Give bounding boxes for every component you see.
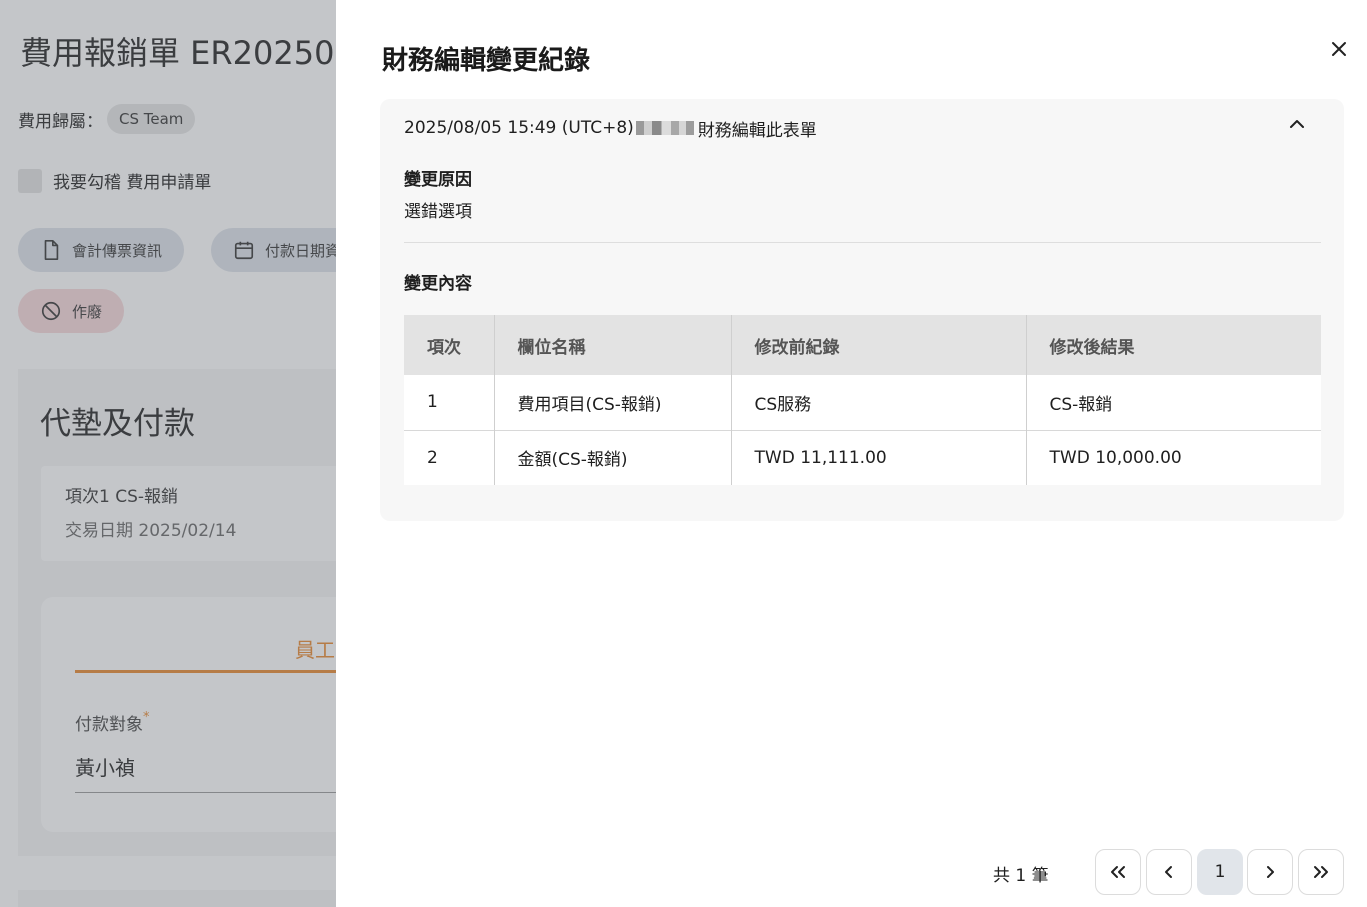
redacted-user-name: [635, 121, 694, 135]
cell-after: CS-報銷: [1025, 375, 1321, 430]
cell-before: CS服務: [730, 375, 1026, 430]
cell-field-name: 費用項目(CS-報銷): [493, 375, 731, 430]
next-page-button[interactable]: [1247, 849, 1293, 895]
header-field-name: 欄位名稱: [493, 315, 731, 375]
record-action: 財務編輯此表單: [697, 120, 817, 141]
cell-index: 1: [404, 375, 494, 430]
chevron-up-icon[interactable]: [1286, 113, 1308, 135]
content-label: 變更內容: [404, 274, 472, 294]
cell-after: TWD 10,000.00: [1025, 429, 1321, 485]
double-chevron-left-icon: [1111, 866, 1125, 878]
reason-label: 變更原因: [404, 170, 472, 190]
change-log-drawer: 財務編輯變更紀錄 2025/08/05 15:49 (UTC+8) 財務編輯此表…: [336, 0, 1367, 907]
total-count: 共 1 筆: [993, 866, 1049, 886]
header-index: 項次: [404, 315, 494, 375]
page-1-button[interactable]: 1: [1197, 849, 1243, 895]
table-header-row: 項次 欄位名稱 修改前紀錄 修改後結果: [404, 315, 1321, 375]
prev-page-button[interactable]: [1146, 849, 1192, 895]
table-row: 1 費用項目(CS-報銷) CS服務 CS-報銷: [404, 375, 1321, 430]
change-record-panel: 2025/08/05 15:49 (UTC+8) 財務編輯此表單 變更原因 選錯…: [380, 99, 1344, 521]
first-page-button[interactable]: [1095, 849, 1141, 895]
close-icon: [1332, 42, 1346, 56]
record-timestamp: 2025/08/05 15:49 (UTC+8): [404, 118, 634, 138]
chevron-right-icon: [1267, 866, 1274, 878]
record-header[interactable]: 2025/08/05 15:49 (UTC+8) 財務編輯此表單: [404, 115, 1320, 141]
last-page-button[interactable]: [1298, 849, 1344, 895]
chevron-left-icon: [1165, 866, 1172, 878]
cell-index: 2: [404, 429, 494, 485]
pagination: 共 1 筆 1: [336, 849, 1367, 895]
cell-before: TWD 11,111.00: [730, 429, 1026, 485]
header-before: 修改前紀錄: [730, 315, 1026, 375]
table-row: 2 金額(CS-報銷) TWD 11,111.00 TWD 10,000.00: [404, 429, 1321, 485]
change-table: 項次 欄位名稱 修改前紀錄 修改後結果 1 費用項目(CS-報銷) CS服務 C…: [404, 315, 1321, 485]
close-button[interactable]: [1326, 36, 1352, 62]
drawer-title: 財務編輯變更紀錄: [382, 46, 591, 76]
section-divider: [404, 242, 1321, 243]
cell-field-name: 金額(CS-報銷): [493, 429, 731, 485]
header-after: 修改後結果: [1025, 315, 1321, 375]
reason-value: 選錯選項: [404, 202, 472, 222]
double-chevron-right-icon: [1314, 866, 1328, 878]
